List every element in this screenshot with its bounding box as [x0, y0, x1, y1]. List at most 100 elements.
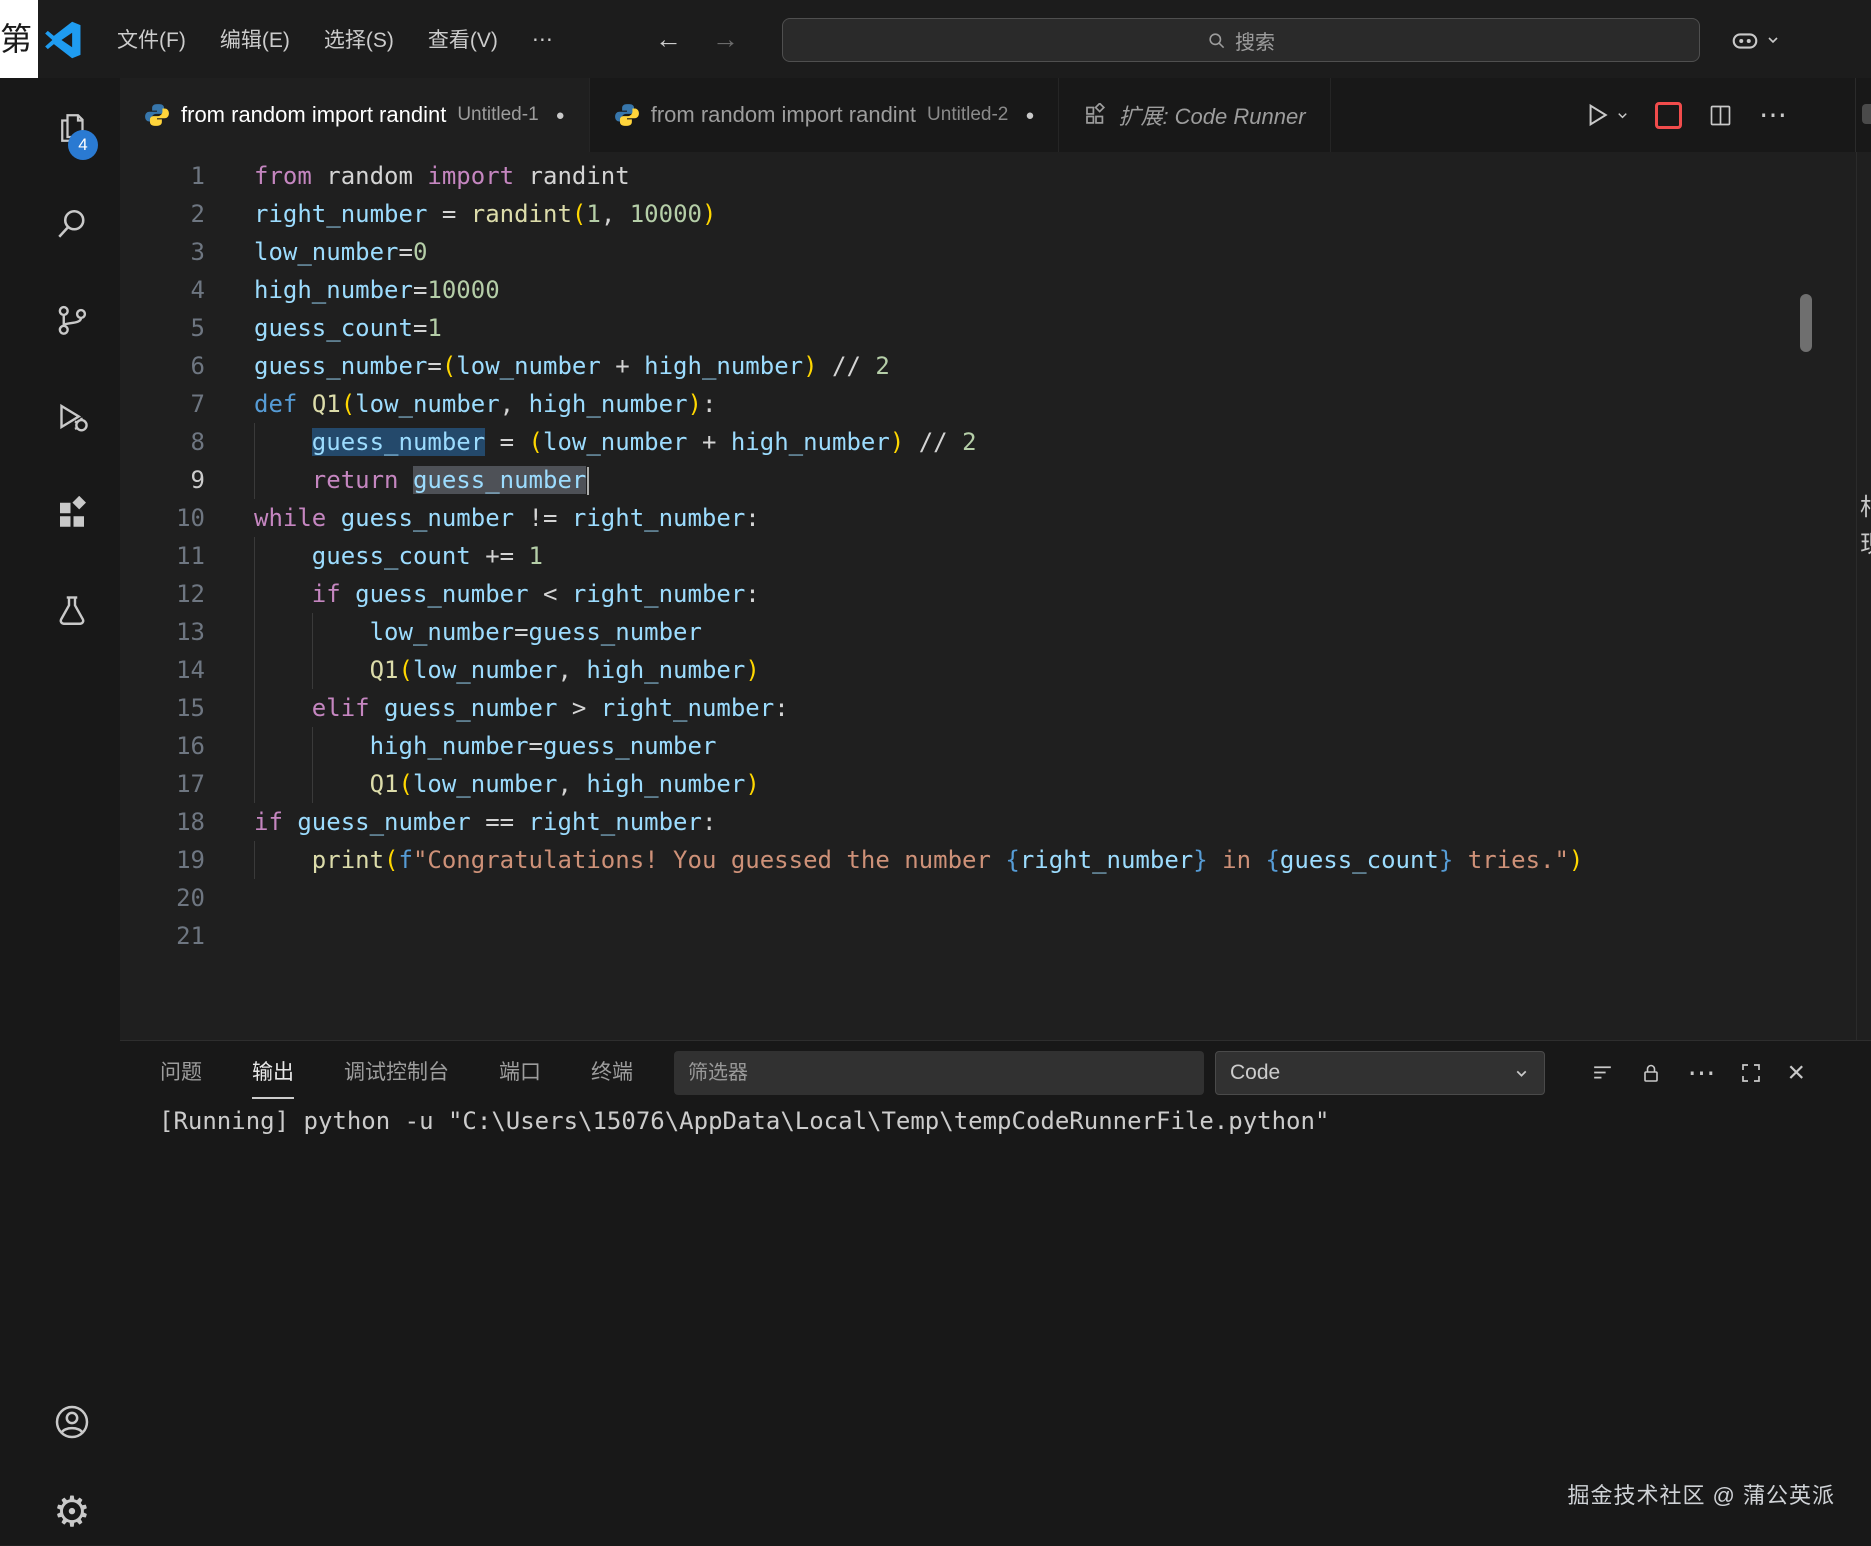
- panel-tab-ports[interactable]: 端口: [499, 1049, 541, 1097]
- panel-tab-output[interactable]: 输出: [252, 1049, 294, 1099]
- maximize-panel-icon[interactable]: [1739, 1061, 1763, 1085]
- source-control-icon[interactable]: [52, 300, 92, 340]
- code-line-17[interactable]: Q1(low_number, high_number): [254, 765, 1813, 803]
- panel-tab-problems[interactable]: 问题: [160, 1049, 202, 1097]
- line-number[interactable]: 7: [120, 385, 205, 423]
- menu-edit[interactable]: 编辑(E): [203, 16, 307, 62]
- panel-tab-terminal[interactable]: 终端: [591, 1049, 633, 1097]
- more-actions-icon[interactable]: ⋯: [1687, 1063, 1715, 1083]
- more-actions-icon[interactable]: ⋯: [1759, 105, 1787, 125]
- tab-detail: Untitled-2: [927, 104, 1008, 126]
- line-number[interactable]: 11: [120, 537, 205, 575]
- testing-icon[interactable]: [52, 591, 92, 631]
- line-number[interactable]: 17: [120, 765, 205, 803]
- output-filter-input[interactable]: [674, 1051, 1204, 1095]
- code-line-7[interactable]: def Q1(low_number, high_number):: [254, 385, 1813, 423]
- modified-dot-icon: ●: [1025, 107, 1034, 124]
- code-line-21[interactable]: [254, 917, 1813, 955]
- second-editor-group-tab-fragment: [1855, 78, 1871, 152]
- chevron-down-icon: [1513, 1065, 1530, 1082]
- line-number[interactable]: 8: [120, 423, 205, 461]
- line-number[interactable]: 13: [120, 613, 205, 651]
- line-number[interactable]: 6: [120, 347, 205, 385]
- editor-scrollbar[interactable]: [1800, 294, 1812, 352]
- settings-gear-icon[interactable]: ⚙: [52, 1492, 92, 1532]
- code-line-13[interactable]: low_number=guess_number: [254, 613, 1813, 651]
- output-channel-value: Code: [1230, 1061, 1513, 1085]
- menu-selection[interactable]: 选择(S): [307, 16, 411, 62]
- line-number[interactable]: 9: [120, 461, 205, 499]
- output-channel-select[interactable]: Code: [1215, 1051, 1545, 1095]
- copilot-button[interactable]: [1730, 22, 1781, 58]
- panel-tab-debug-console[interactable]: 调试控制台: [344, 1049, 449, 1097]
- code-line-20[interactable]: [254, 879, 1813, 917]
- indent-guide: [254, 841, 255, 879]
- menu-view[interactable]: 查看(V): [411, 16, 515, 62]
- menu-file[interactable]: 文件(F): [100, 16, 203, 62]
- stop-button[interactable]: [1655, 102, 1682, 129]
- code-line-11[interactable]: guess_count += 1: [254, 537, 1813, 575]
- gutter: 123456789101112131415161718192021: [120, 157, 205, 955]
- code-line-12[interactable]: if guess_number < right_number:: [254, 575, 1813, 613]
- code-line-18[interactable]: if guess_number == right_number:: [254, 803, 1813, 841]
- code-line-6[interactable]: guess_number=(low_number + high_number) …: [254, 347, 1813, 385]
- line-number[interactable]: 19: [120, 841, 205, 879]
- run-debug-icon[interactable]: [52, 398, 92, 438]
- line-number[interactable]: 15: [120, 689, 205, 727]
- code-line-15[interactable]: elif guess_number > right_number:: [254, 689, 1813, 727]
- back-button[interactable]: ←: [655, 24, 682, 55]
- line-number[interactable]: 21: [120, 917, 205, 955]
- search-icon: [1207, 31, 1226, 50]
- search-sidebar-icon[interactable]: [52, 204, 92, 244]
- extensions-icon[interactable]: [52, 494, 92, 534]
- chevron-down-icon[interactable]: [1615, 108, 1630, 123]
- code-line-14[interactable]: Q1(low_number, high_number): [254, 651, 1813, 689]
- code-line-19[interactable]: print(f"Congratulations! You guessed the…: [254, 841, 1813, 879]
- code-line-16[interactable]: high_number=guess_number: [254, 727, 1813, 765]
- line-number[interactable]: 18: [120, 803, 205, 841]
- code-line-1[interactable]: from random import randint: [254, 157, 1813, 195]
- code-line-3[interactable]: low_number=0: [254, 233, 1813, 271]
- line-number[interactable]: 20: [120, 879, 205, 917]
- explorer-badge: 4: [68, 130, 98, 160]
- tab-untitled-2[interactable]: from random import randint Untitled-2 ●: [590, 78, 1060, 152]
- indent-guide: [312, 613, 313, 651]
- menu-more-icon[interactable]: ⋯: [515, 19, 570, 60]
- history-navigation: ← →: [655, 0, 739, 78]
- tab-code-runner-extension[interactable]: 扩展: Code Runner: [1059, 78, 1330, 152]
- account-icon[interactable]: [52, 1402, 92, 1442]
- tab-untitled-1[interactable]: from random import randint Untitled-1 ●: [120, 78, 590, 152]
- clipped-text: 相: [1860, 487, 1871, 522]
- line-number[interactable]: 10: [120, 499, 205, 537]
- forward-button[interactable]: →: [712, 24, 739, 55]
- search-placeholder: 搜索: [1235, 26, 1275, 55]
- page-background-fragment: 第: [0, 0, 38, 78]
- line-number[interactable]: 5: [120, 309, 205, 347]
- code-line-9[interactable]: return guess_number: [254, 461, 1813, 499]
- code-line-4[interactable]: high_number=10000: [254, 271, 1813, 309]
- code-line-5[interactable]: guess_count=1: [254, 309, 1813, 347]
- line-number[interactable]: 14: [120, 651, 205, 689]
- line-number[interactable]: 4: [120, 271, 205, 309]
- run-icon: [1583, 101, 1611, 129]
- clear-output-icon[interactable]: [1590, 1061, 1615, 1086]
- run-code-button[interactable]: [1583, 101, 1630, 129]
- watermark: 掘金技术社区 @ 蒲公英派: [1567, 1478, 1835, 1510]
- panel-tabs: 问题 输出 调试控制台 端口 终端: [160, 1049, 633, 1097]
- line-number[interactable]: 1: [120, 157, 205, 195]
- modified-dot-icon: ●: [556, 107, 565, 124]
- split-editor-icon[interactable]: [1707, 102, 1734, 129]
- code-editor[interactable]: 123456789101112131415161718192021 from r…: [120, 152, 1853, 1040]
- indent-guide: [312, 765, 313, 803]
- close-panel-icon[interactable]: ×: [1787, 1061, 1805, 1085]
- line-number[interactable]: 16: [120, 727, 205, 765]
- line-number[interactable]: 2: [120, 195, 205, 233]
- line-number[interactable]: 12: [120, 575, 205, 613]
- code-line-8[interactable]: guess_number = (low_number + high_number…: [254, 423, 1813, 461]
- search-input[interactable]: 搜索: [782, 18, 1700, 62]
- line-number[interactable]: 3: [120, 233, 205, 271]
- code-line-2[interactable]: right_number = randint(1, 10000): [254, 195, 1813, 233]
- lock-icon[interactable]: [1639, 1061, 1663, 1085]
- code-line-10[interactable]: while guess_number != right_number:: [254, 499, 1813, 537]
- code-area: from random import randintright_number =…: [254, 157, 1813, 955]
